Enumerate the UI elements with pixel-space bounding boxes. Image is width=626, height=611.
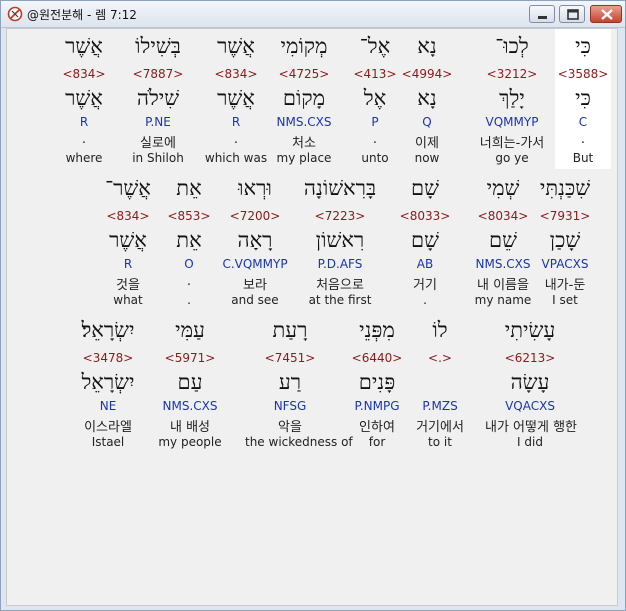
word-column[interactable]: רָעַת <7451> רַע NFSG 악을 the wickedness of bbox=[245, 318, 353, 454]
lemma-word: עַם bbox=[177, 370, 203, 394]
lemma-word: רַע bbox=[278, 370, 302, 394]
strong-number: <6440> bbox=[351, 351, 403, 365]
parsing-code: VQMMYP bbox=[485, 115, 539, 129]
strong-number: <7451> bbox=[264, 351, 316, 365]
korean-gloss: 거기 bbox=[413, 278, 437, 293]
korean-gloss: 너희는-가서 bbox=[479, 136, 545, 151]
strong-number: <8034> bbox=[477, 209, 529, 223]
strong-number: <7223> bbox=[314, 209, 366, 223]
english-gloss: my name bbox=[474, 293, 532, 307]
korean-gloss: 악을 bbox=[278, 420, 302, 435]
english-gloss: what bbox=[113, 293, 143, 307]
korean-gloss: 내 이름을 bbox=[477, 278, 529, 293]
korean-gloss: 이스라엘 bbox=[84, 420, 132, 435]
hebrew-word: לְכוּ־ bbox=[495, 34, 529, 58]
word-column[interactable]: שָׁם <8033> שָׁם AB 거기. bbox=[380, 176, 470, 312]
korean-gloss: 처음으로 bbox=[316, 278, 364, 293]
english-gloss: which was bbox=[204, 151, 268, 165]
app-icon bbox=[7, 6, 23, 22]
lemma-word: רִאשׁוֹן bbox=[315, 228, 365, 252]
lemma-word: אֲשֶׁר bbox=[65, 86, 103, 110]
word-column[interactable]: עָשִׂיתִי <6213> עָשָׂה VQACXS 내가 어떻게 행한 I di… bbox=[485, 318, 577, 454]
korean-gloss: . bbox=[233, 132, 239, 147]
parsing-code: VQACXS bbox=[505, 399, 555, 413]
title-bar[interactable]: @원전분해 - 렘 7:12 bbox=[1, 1, 625, 28]
maximize-button[interactable] bbox=[559, 5, 585, 23]
parsing-code: NFSG bbox=[273, 399, 307, 413]
english-gloss: Istael bbox=[91, 435, 125, 449]
lemma-word: אֲשֶׁר bbox=[109, 228, 147, 252]
hebrew-word: בָּרִאשׁוֹנָה bbox=[303, 176, 377, 200]
word-column[interactable]: אֲשֶׁר <834> אֲשֶׁר R. which was bbox=[191, 34, 281, 170]
korean-gloss: 내가 어떻게 행한 bbox=[485, 420, 577, 435]
minimize-icon bbox=[538, 16, 547, 19]
lemma-word: שָׁם bbox=[411, 228, 439, 252]
lemma-word: שֵׁם bbox=[489, 228, 517, 252]
korean-gloss: 인하여 bbox=[359, 420, 395, 435]
parsing-code: NMS.CXS bbox=[475, 257, 531, 271]
close-button[interactable] bbox=[590, 5, 622, 23]
korean-gloss: 내 배성 bbox=[169, 420, 210, 435]
parsing-code: R bbox=[79, 115, 89, 129]
window-title: @원전분해 - 렘 7:12 bbox=[27, 8, 137, 22]
english-gloss: . bbox=[423, 293, 427, 307]
hebrew-word: אֲשֶׁר bbox=[65, 34, 103, 58]
strong-number: <6213> bbox=[504, 351, 556, 365]
word-column[interactable]: עַמִּי <5971> עַם NMS.CXS 내 배성 my people bbox=[145, 318, 235, 454]
word-column[interactable]: מִפְּנֵי <6440> פָּנִים P.NMPG 인하여 for bbox=[332, 318, 422, 454]
strong-number: <5971> bbox=[164, 351, 216, 365]
parsing-code: R bbox=[231, 115, 241, 129]
lemma-word: יָלַךְ bbox=[499, 86, 525, 110]
lemma-word: פָּנִים bbox=[358, 370, 396, 394]
lemma-word: יִשְׂרָאֵל bbox=[81, 370, 135, 394]
app-window: @원전분해 - 렘 7:12 כִּי <3588> כִּי C. But לְכוּ־… bbox=[0, 0, 626, 611]
word-column[interactable]: יִשְׂרָאֵל׃ <3478> יִשְׂרָאֵל NE 이스라엘 Istael bbox=[63, 318, 153, 454]
word-column[interactable]: שְׁמִי <8034> שֵׁם NMS.CXS 내 이름을 my name bbox=[458, 176, 548, 312]
english-gloss: I did bbox=[517, 435, 543, 449]
hebrew-word: שָׁם bbox=[411, 176, 439, 200]
hebrew-word: מִפְּנֵי bbox=[359, 318, 395, 342]
minimize-button[interactable] bbox=[529, 5, 555, 23]
maximize-icon bbox=[567, 9, 579, 20]
parsing-code: R bbox=[123, 257, 133, 271]
strong-number: <834> bbox=[62, 67, 106, 81]
word-column[interactable]: אֲשֶׁר־ <834> אֲשֶׁר R 것을 what bbox=[83, 176, 173, 312]
verse-analysis-panel[interactable]: כִּי <3588> כִּי C. But לְכוּ־ <3212> יָלַךְ VQM… bbox=[6, 28, 618, 606]
hebrew-word: אֲשֶׁר־ bbox=[105, 176, 151, 200]
word-column[interactable]: בָּרִאשׁוֹנָה <7223> רִאשׁוֹן P.D.AFS 처음으로 at… bbox=[295, 176, 385, 312]
english-gloss: go ye bbox=[495, 151, 529, 165]
korean-gloss: 것을 bbox=[116, 278, 140, 293]
strong-number: <3212> bbox=[486, 67, 538, 81]
english-gloss: my people bbox=[158, 435, 222, 449]
strong-number: <834> bbox=[214, 67, 258, 81]
hebrew-word: יִשְׂרָאֵל׃ bbox=[81, 318, 135, 342]
hebrew-word: שְׁמִי bbox=[486, 176, 520, 200]
english-gloss: at the first bbox=[308, 293, 372, 307]
hebrew-word: עָשִׂיתִי bbox=[504, 318, 556, 342]
close-icon bbox=[601, 9, 613, 20]
strong-number: <3478> bbox=[82, 351, 134, 365]
hebrew-word: עַמִּי bbox=[175, 318, 205, 342]
hebrew-word: אֲשֶׁר bbox=[217, 34, 255, 58]
parsing-code: P.NMPG bbox=[354, 399, 400, 413]
strong-number: <8033> bbox=[399, 209, 451, 223]
parsing-code: P.D.AFS bbox=[317, 257, 363, 271]
english-gloss: the wickedness of bbox=[245, 435, 353, 449]
lemma-word: עָשָׂה bbox=[510, 370, 550, 394]
parsing-code: NMS.CXS bbox=[162, 399, 218, 413]
lemma-word: אֲשֶׁר bbox=[217, 86, 255, 110]
hebrew-word: רָעַת bbox=[272, 318, 308, 342]
strong-number: <834> bbox=[106, 209, 150, 223]
english-gloss: where bbox=[65, 151, 103, 165]
korean-gloss: . bbox=[81, 132, 87, 147]
parsing-code: AB bbox=[416, 257, 434, 271]
parsing-code: NE bbox=[99, 399, 117, 413]
word-column[interactable]: אֲשֶׁר <834> אֲשֶׁר R. where bbox=[39, 34, 129, 170]
word-column[interactable]: לְכוּ־ <3212> יָלַךְ VQMMYP 너희는-가서 go ye bbox=[467, 34, 557, 170]
